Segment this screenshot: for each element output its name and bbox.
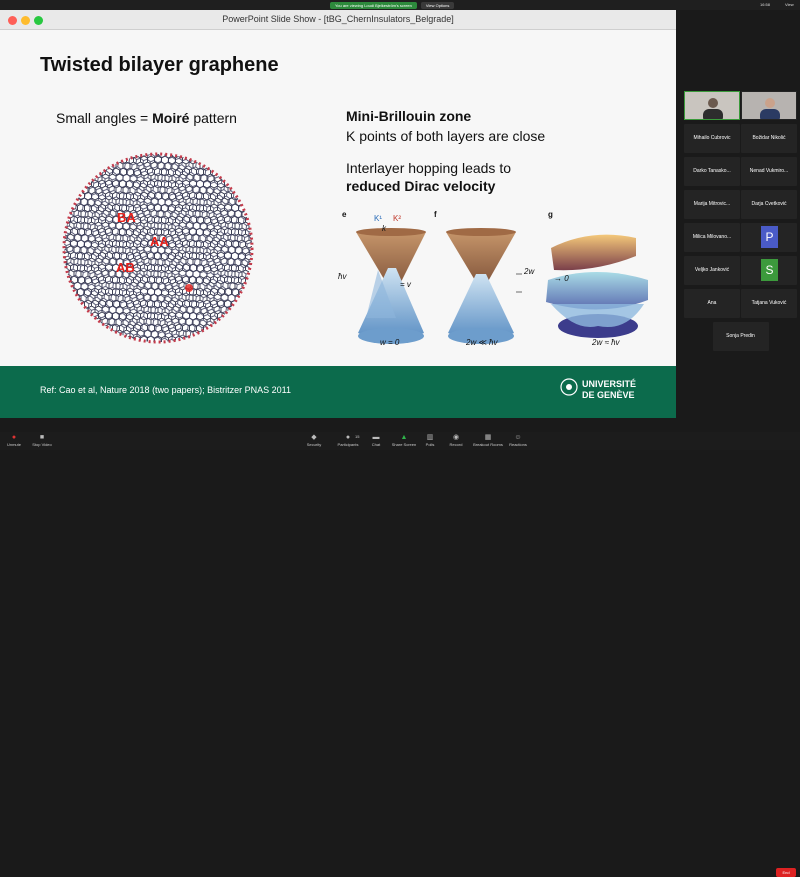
w-zero-label: w = 0 — [380, 338, 400, 347]
polls-icon: ▥ — [426, 434, 434, 441]
participant-name: Nenad Vukmiro... — [749, 168, 789, 174]
participant-tile[interactable]: Mihailo Cubrovic — [684, 124, 740, 153]
participant-sidebar: Mihailo Cubrovic Božidar Nikolić Darko Tan… — [676, 10, 800, 430]
participant-name: Darko Tanasko... — [693, 168, 731, 174]
unmute-label: Unmute — [6, 442, 21, 447]
participant-avatar: S — [761, 259, 778, 281]
record-label: Record — [449, 442, 463, 447]
panel-label-f: f — [434, 210, 437, 219]
meeting-toolbar: ● Unmute ■ Stop Video ◆ Security ● Participa… — [0, 432, 800, 877]
participant-tile[interactable]: P — [741, 223, 797, 252]
small-angles-prefix: Small angles = — [56, 110, 153, 126]
people-icon: ● — [345, 434, 351, 441]
participant-tile[interactable]: Ana — [684, 289, 740, 318]
security-label: Security — [306, 442, 322, 447]
participant-tile[interactable]: Sonja Predin — [712, 322, 769, 351]
stacking-label-aa: AA — [150, 234, 169, 249]
participant-tile[interactable]: Marija Mitrovic... — [684, 190, 740, 219]
strong-coupling-label: 2w ≈ ħv — [592, 338, 620, 347]
participant-tile[interactable]: Darko Tanasko... — [684, 157, 740, 186]
stop-video-button[interactable]: ■ Stop Video — [24, 434, 60, 447]
reactions-button[interactable]: ☺ Reactions — [500, 434, 536, 447]
participant-video-icon — [760, 98, 780, 119]
moire-word: Moiré — [152, 110, 190, 126]
share-screen-icon: ▲ — [400, 434, 408, 441]
participant-name: Darja Cvetković — [751, 201, 787, 207]
participants-label: Participants — [337, 442, 359, 447]
stacking-label-ba: BA — [117, 210, 136, 225]
panel-label-g: g — [548, 210, 553, 219]
two-w-label: 2w — [524, 267, 535, 276]
participant-tile[interactable]: Tatjana Vuković — [741, 289, 797, 318]
stop-video-label: Stop Video — [32, 442, 52, 447]
participant-name: Marija Mitrovic... — [693, 201, 731, 207]
participant-tile[interactable]: Veljko Janković — [684, 256, 740, 285]
participant-name: Sonja Predin — [726, 333, 755, 339]
participant-tile[interactable]: Milica Milovano... — [684, 223, 740, 252]
mic-muted-icon: ● — [11, 434, 17, 441]
window-title: PowerPoint Slide Show - [tBG_ChernInsula… — [222, 14, 454, 24]
participant-tile[interactable]: Nenad Vukmiro... — [741, 157, 797, 186]
vf-zero-label: → 0 — [554, 274, 569, 283]
participant-video-icon — [703, 98, 723, 119]
k2-label: K² — [393, 214, 401, 223]
small-angles-suffix: pattern — [189, 110, 237, 126]
end-meeting-button[interactable]: End — [776, 868, 796, 877]
k1-label: K¹ — [374, 214, 382, 223]
view-options-button[interactable]: View Options — [420, 1, 455, 9]
camera-icon: ■ — [39, 434, 45, 441]
participant-name: Ana — [707, 300, 717, 306]
polls-label: Polls — [425, 442, 435, 447]
k-theta-label: k — [382, 224, 386, 233]
record-icon: ◉ — [452, 434, 460, 441]
reactions-label: Reactions — [509, 442, 527, 447]
share-status-text: You are viewing Loudi Bjelkeström's scre… — [330, 1, 417, 9]
participant-name: Mihailo Cubrovic — [693, 135, 731, 141]
participant-name: Tatjana Vuković — [751, 300, 787, 306]
slide: Twisted bilayer graphene Small angles = … — [0, 30, 676, 418]
university-logo-icon — [560, 378, 578, 396]
video-tile-2[interactable] — [741, 91, 797, 120]
university-name-line2: DE GENÈVE — [582, 390, 635, 400]
weak-coupling-label: 2w ≪ ħv — [466, 338, 498, 347]
view-button[interactable]: View — [785, 2, 794, 7]
window-title-bar: PowerPoint Slide Show - [tBG_ChernInsula… — [0, 10, 676, 30]
vf-label: = v — [400, 280, 411, 289]
reference-text: Ref: Cao et al, Nature 2018 (two papers)… — [40, 385, 291, 395]
chat-label: Chat — [371, 442, 381, 447]
k-points-text: K points of both layers are close — [346, 128, 546, 144]
participant-tile[interactable]: Darja Cvetković — [741, 190, 797, 219]
participant-name: Veljko Janković — [694, 267, 730, 273]
participant-avatar: P — [761, 226, 778, 248]
breakout-rooms-label: Breakout Rooms — [473, 442, 503, 447]
share-banner: You are viewing Loudi Bjelkeström's scre… — [330, 1, 455, 9]
stacking-label-ab: AB — [116, 260, 135, 275]
hbar-v-label: ħv — [338, 272, 347, 281]
participant-name: Milica Milovano... — [692, 234, 732, 240]
participant-name: Božidar Nikolić — [752, 135, 786, 141]
breakout-rooms-icon: ▦ — [484, 434, 492, 441]
record-button[interactable]: ◉ Record — [438, 434, 474, 447]
security-button[interactable]: ◆ Security — [296, 434, 332, 447]
small-angles-text: Small angles = Moiré pattern — [56, 110, 237, 126]
shield-icon: ◆ — [311, 434, 317, 441]
panel-label-e: e — [342, 210, 347, 219]
participant-tile[interactable]: S — [741, 256, 797, 285]
university-name-line1: UNIVERSITÉ — [582, 379, 637, 389]
chat-icon: ▬ — [372, 434, 380, 441]
dirac-velocity-text: reduced Dirac velocity — [346, 178, 496, 194]
participant-tile[interactable]: Božidar Nikolić — [741, 124, 797, 153]
video-tile-1[interactable] — [684, 91, 740, 120]
clock: 16:58 — [760, 2, 771, 7]
slide-title: Twisted bilayer graphene — [40, 54, 279, 76]
reactions-icon: ☺ — [514, 434, 522, 441]
hopping-text: Interlayer hopping leads to — [346, 160, 511, 176]
mini-brillouin-heading: Mini-Brillouin zone — [346, 108, 472, 124]
